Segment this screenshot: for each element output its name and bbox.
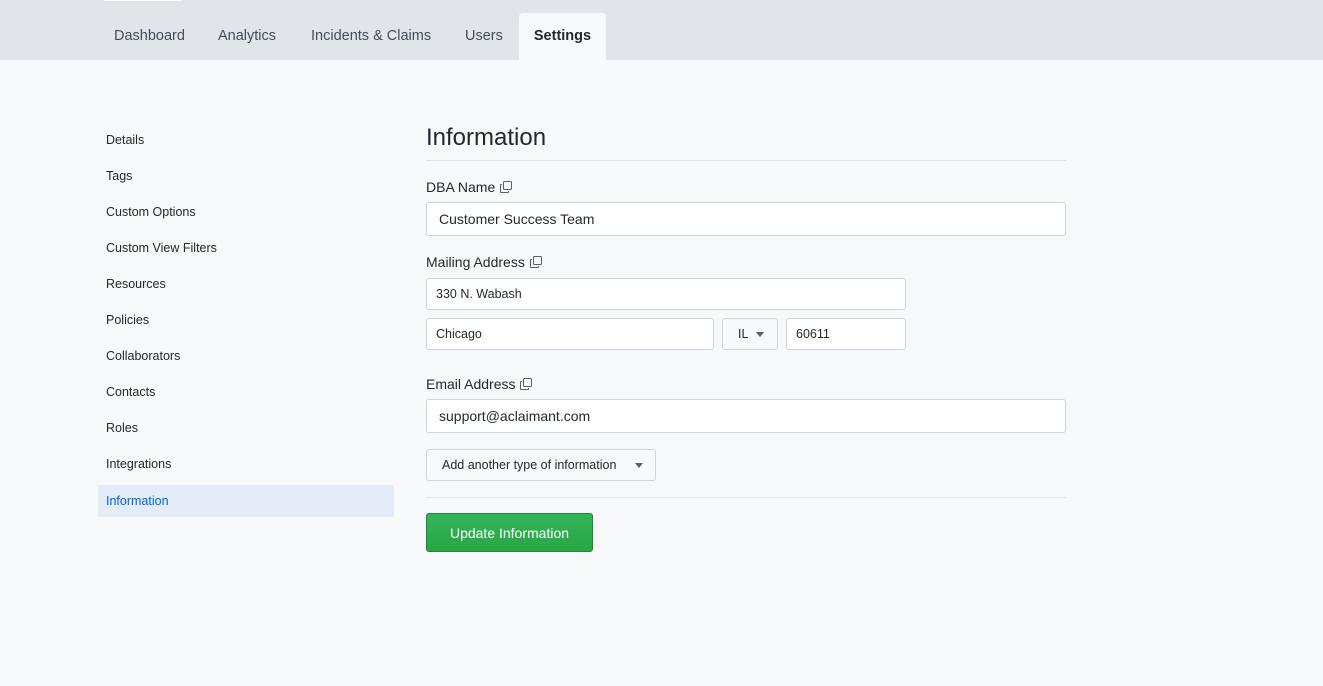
zip-input[interactable] bbox=[786, 318, 906, 350]
state-select-value: IL bbox=[738, 327, 749, 341]
chevron-down-icon bbox=[756, 332, 764, 337]
add-information-type-label: Add another type of information bbox=[442, 458, 617, 472]
top-nav-edge bbox=[104, 0, 181, 1]
page-title: Information bbox=[426, 124, 547, 151]
sidebar-item-information[interactable]: Information bbox=[98, 485, 394, 517]
mailing-address-label: Mailing Address bbox=[426, 254, 542, 270]
update-information-button[interactable]: Update Information bbox=[426, 513, 593, 552]
top-nav: Dashboard Analytics Incidents & Claims U… bbox=[0, 0, 1323, 60]
city-input[interactable] bbox=[426, 318, 714, 350]
dba-name-input[interactable] bbox=[426, 202, 1066, 236]
tab-incidents-claims[interactable]: Incidents & Claims bbox=[311, 13, 431, 60]
email-address-input[interactable] bbox=[426, 399, 1066, 433]
copy-icon[interactable] bbox=[500, 181, 513, 193]
mailing-address-label-text: Mailing Address bbox=[426, 254, 525, 270]
state-select[interactable]: IL bbox=[722, 318, 778, 350]
dba-name-label: DBA Name bbox=[426, 179, 513, 195]
sidebar-item-tags[interactable]: Tags bbox=[98, 160, 394, 192]
sidebar-item-collaborators[interactable]: Collaborators bbox=[98, 340, 394, 372]
title-divider bbox=[426, 160, 1066, 161]
dba-name-label-text: DBA Name bbox=[426, 179, 496, 195]
sidebar-item-roles[interactable]: Roles bbox=[98, 412, 394, 444]
sidebar-item-resources[interactable]: Resources bbox=[98, 268, 394, 300]
email-address-label: Email Address bbox=[426, 376, 533, 392]
add-information-type-dropdown[interactable]: Add another type of information bbox=[426, 449, 656, 481]
tab-users[interactable]: Users bbox=[465, 13, 503, 60]
sidebar-item-custom-options[interactable]: Custom Options bbox=[98, 196, 394, 228]
street-address-input[interactable] bbox=[426, 278, 906, 310]
copy-icon[interactable] bbox=[520, 378, 533, 390]
form-divider bbox=[426, 497, 1066, 498]
copy-icon[interactable] bbox=[529, 256, 542, 268]
tab-dashboard[interactable]: Dashboard bbox=[114, 13, 185, 60]
sidebar-item-integrations[interactable]: Integrations bbox=[98, 448, 394, 480]
tab-settings[interactable]: Settings bbox=[519, 13, 606, 60]
chevron-down-icon bbox=[635, 463, 643, 468]
tab-analytics[interactable]: Analytics bbox=[218, 13, 276, 60]
sidebar-item-policies[interactable]: Policies bbox=[98, 304, 394, 336]
sidebar-item-contacts[interactable]: Contacts bbox=[98, 376, 394, 408]
sidebar-item-details[interactable]: Details bbox=[98, 124, 394, 156]
email-address-label-text: Email Address bbox=[426, 376, 516, 392]
sidebar-item-custom-view-filters[interactable]: Custom View Filters bbox=[98, 232, 394, 264]
